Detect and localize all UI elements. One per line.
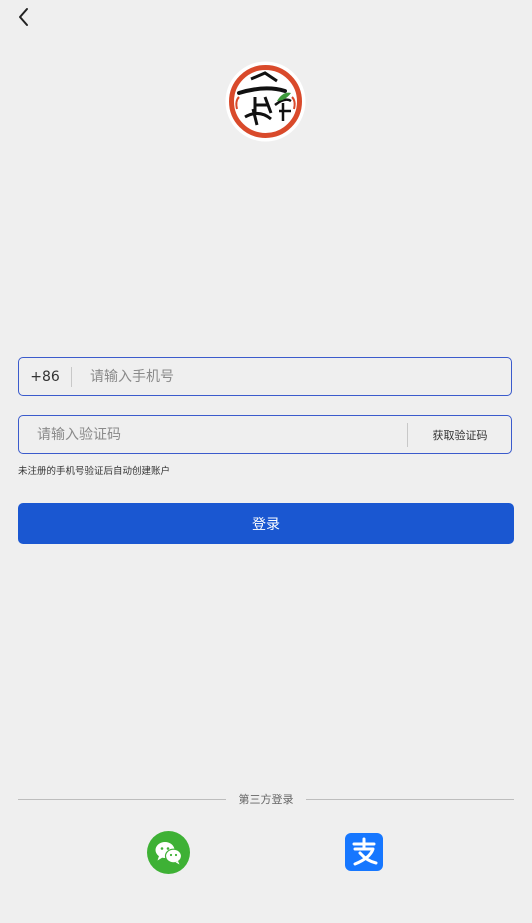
food-safety-logo (225, 61, 306, 142)
wechat-icon (155, 842, 183, 865)
app-logo (225, 61, 306, 142)
back-button[interactable] (12, 4, 36, 30)
divider-line (18, 799, 226, 800)
alipay-icon (352, 837, 378, 866)
third-party-label: 第三方登录 (238, 793, 294, 806)
chevron-left-icon (19, 8, 28, 26)
auto-register-hint: 未注册的手机号验证后自动创建账户 (18, 466, 171, 477)
divider (71, 367, 72, 387)
alipay-login-button[interactable] (345, 833, 383, 871)
third-party-divider: 第三方登录 (18, 789, 514, 809)
phone-input[interactable] (90, 358, 500, 395)
get-code-button[interactable]: 获取验证码 (408, 416, 512, 453)
code-input[interactable] (37, 416, 397, 453)
verification-code-field[interactable]: 获取验证码 (18, 415, 512, 454)
phone-field[interactable]: +86 (18, 357, 512, 396)
wechat-login-button[interactable] (147, 831, 190, 874)
divider-line (306, 799, 514, 800)
country-code-selector[interactable]: +86 (19, 358, 71, 395)
login-button[interactable]: 登录 (18, 503, 514, 544)
